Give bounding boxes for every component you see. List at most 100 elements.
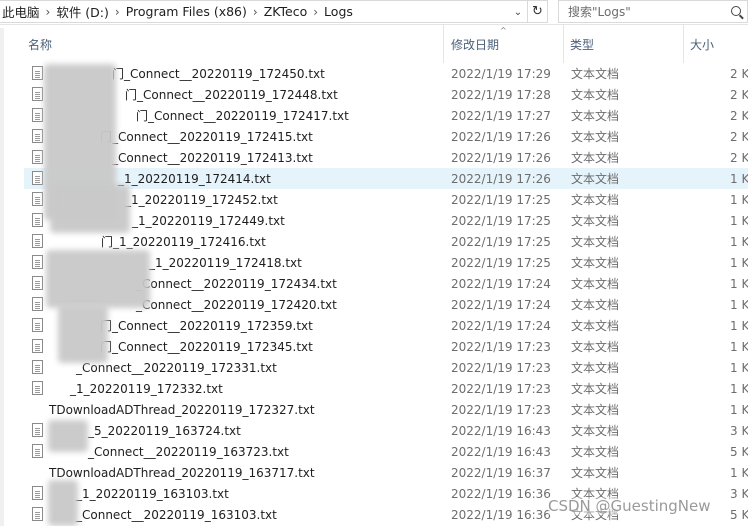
file-modified: 2022/1/19 17:23 <box>451 339 551 354</box>
file-row[interactable]: _5_20220119_163724.txt 2022/1/19 16:43 文… <box>24 420 748 441</box>
file-type: 文本文档 <box>571 361 620 375</box>
file-type: 文本文档 <box>571 109 620 123</box>
breadcrumb-zkteco[interactable]: ZKTeco <box>262 4 310 19</box>
column-header-size-label: 大小 <box>690 37 715 52</box>
column-header-modified[interactable]: ^ 修改日期 <box>444 25 564 63</box>
breadcrumb-separator-icon[interactable]: › <box>111 5 124 19</box>
file-row[interactable]: 门_Connect__20220119_172450.txt 2022/1/19… <box>24 63 748 84</box>
redaction-blur <box>46 250 150 308</box>
refresh-icon: ↻ <box>532 4 543 19</box>
column-header-name[interactable]: 名称 <box>22 25 444 63</box>
breadcrumb-this-pc[interactable]: 此电脑 <box>0 2 42 21</box>
file-name: _Connect__20220119_172331.txt <box>76 360 277 375</box>
file-type: 文本文档 <box>571 424 620 438</box>
text-file-icon <box>32 360 43 374</box>
file-size: 1 K <box>730 276 748 291</box>
column-header-type[interactable]: 类型 <box>564 25 684 63</box>
file-modified: 2022/1/19 17:26 <box>451 171 551 186</box>
text-file-icon <box>32 171 43 185</box>
column-header-row: 名称 ^ 修改日期 类型 大小 <box>22 25 748 63</box>
file-type: 文本文档 <box>571 130 620 144</box>
breadcrumb-separator-icon[interactable]: › <box>249 5 262 19</box>
text-file-icon <box>32 339 43 353</box>
file-row[interactable]: 门_Connect__20220119_172417.txt 2022/1/19… <box>24 105 748 126</box>
redaction-blur <box>48 480 78 526</box>
text-file-icon <box>32 129 43 143</box>
file-type: 文本文档 <box>571 88 620 102</box>
file-name: _1_20220119_172414.txt <box>118 171 271 186</box>
file-modified: 2022/1/19 17:23 <box>451 360 551 375</box>
watermark: CSDN @GuestingNew <box>548 497 711 515</box>
file-row[interactable]: 门_Connect__20220119_172415.txt 2022/1/19… <box>24 126 748 147</box>
file-modified: 2022/1/19 17:25 <box>451 192 551 207</box>
breadcrumb-logs[interactable]: Logs <box>322 4 355 19</box>
file-row[interactable]: _1_20220119_172452.txt 2022/1/19 17:25 文… <box>24 189 748 210</box>
file-row[interactable]: 门_Connect__20220119_172359.txt 2022/1/19… <box>24 315 748 336</box>
text-file-icon <box>32 423 43 437</box>
file-row[interactable]: _Connect__20220119_163723.txt 2022/1/19 … <box>24 441 748 462</box>
file-type: 文本文档 <box>571 298 620 312</box>
file-modified: 2022/1/19 17:26 <box>451 150 551 165</box>
file-row[interactable]: _Connect__20220119_172331.txt 2022/1/19 … <box>24 357 748 378</box>
refresh-button[interactable]: ↻ <box>528 0 548 23</box>
file-type: 文本文档 <box>571 67 620 81</box>
file-type: 文本文档 <box>571 319 620 333</box>
file-type: 文本文档 <box>571 235 620 249</box>
sort-ascending-icon: ^ <box>500 26 507 35</box>
file-type: 文本文档 <box>571 277 620 291</box>
file-type: 文本文档 <box>571 193 620 207</box>
file-size: 1 K <box>730 465 748 480</box>
file-size: 1 K <box>730 360 748 375</box>
file-name: _1_20220119_172418.txt <box>149 255 302 270</box>
column-header-size[interactable]: 大小 <box>684 25 748 63</box>
file-modified: 2022/1/19 16:43 <box>451 423 551 438</box>
file-name: 门_Connect__20220119_172359.txt <box>100 319 313 333</box>
file-size: 2 K <box>730 129 748 144</box>
file-row[interactable]: 门_Connect__20220119_172345.txt 2022/1/19… <box>24 336 748 357</box>
text-file-icon <box>32 213 43 227</box>
column-header-name-label: 名称 <box>28 37 53 52</box>
breadcrumb-separator-icon[interactable]: › <box>42 5 55 19</box>
file-row[interactable]: _1_20220119_172449.txt 2022/1/19 17:25 文… <box>24 210 748 231</box>
file-modified: 2022/1/19 17:24 <box>451 297 551 312</box>
file-row[interactable]: 门_1_20220119_172416.txt 2022/1/19 17:25 … <box>24 231 748 252</box>
text-file-icon <box>32 276 43 290</box>
file-modified: 2022/1/19 17:25 <box>451 213 551 228</box>
file-size: 1 K <box>730 234 748 249</box>
file-name: 门_Connect__20220119_172417.txt <box>136 109 349 123</box>
file-row[interactable]: _1_20220119_172332.txt 2022/1/19 17:23 文… <box>24 378 748 399</box>
address-bar[interactable]: 此电脑 › 软件 (D:) › Program Files (x86) › ZK… <box>0 0 528 23</box>
file-type: 文本文档 <box>571 382 620 396</box>
text-file-icon <box>32 255 43 269</box>
search-input[interactable]: 搜索"Logs" <box>558 0 748 23</box>
file-size: 1 K <box>730 255 748 270</box>
file-name: _1_20220119_172452.txt <box>125 192 278 207</box>
file-size: 1 K <box>730 339 748 354</box>
breadcrumb-program-files[interactable]: Program Files (x86) <box>124 4 249 19</box>
breadcrumb-drive-d[interactable]: 软件 (D:) <box>54 2 111 21</box>
file-modified: 2022/1/19 16:36 <box>451 507 551 522</box>
file-name: 门_Connect__20220119_172448.txt <box>125 88 338 102</box>
text-file-icon <box>32 192 43 206</box>
file-modified: 2022/1/19 17:28 <box>451 87 551 102</box>
file-row[interactable]: 门_Connect__20220119_172448.txt 2022/1/19… <box>24 84 748 105</box>
file-row-selected[interactable]: _1_20220119_172414.txt 2022/1/19 17:26 文… <box>24 168 748 189</box>
file-type: 文本文档 <box>571 403 620 417</box>
column-header-modified-label: 修改日期 <box>451 37 500 52</box>
navigation-pane-scrollbar[interactable] <box>0 28 4 526</box>
file-type: 文本文档 <box>571 151 620 165</box>
file-row[interactable]: _Connect__20220119_172413.txt 2022/1/19 … <box>24 147 748 168</box>
breadcrumb-separator-icon[interactable]: › <box>309 5 322 19</box>
file-name: _1_20220119_172332.txt <box>70 381 223 396</box>
file-row[interactable]: TDownloadADThread_20220119_172327.txt 20… <box>24 399 748 420</box>
file-name: _Connect__20220119_172413.txt <box>112 150 313 165</box>
text-file-icon <box>32 150 43 164</box>
file-size: 3 K <box>730 486 748 501</box>
file-row[interactable]: TDownloadADThread_20220119_163717.txt 20… <box>24 462 748 483</box>
file-modified: 2022/1/19 17:24 <box>451 276 551 291</box>
file-type: 文本文档 <box>571 256 620 270</box>
search-icon[interactable] <box>731 6 741 16</box>
address-history-dropdown-icon[interactable]: ⌄ <box>508 1 527 22</box>
file-name: _Connect__20220119_163723.txt <box>88 444 289 459</box>
redaction-blur <box>48 420 88 452</box>
